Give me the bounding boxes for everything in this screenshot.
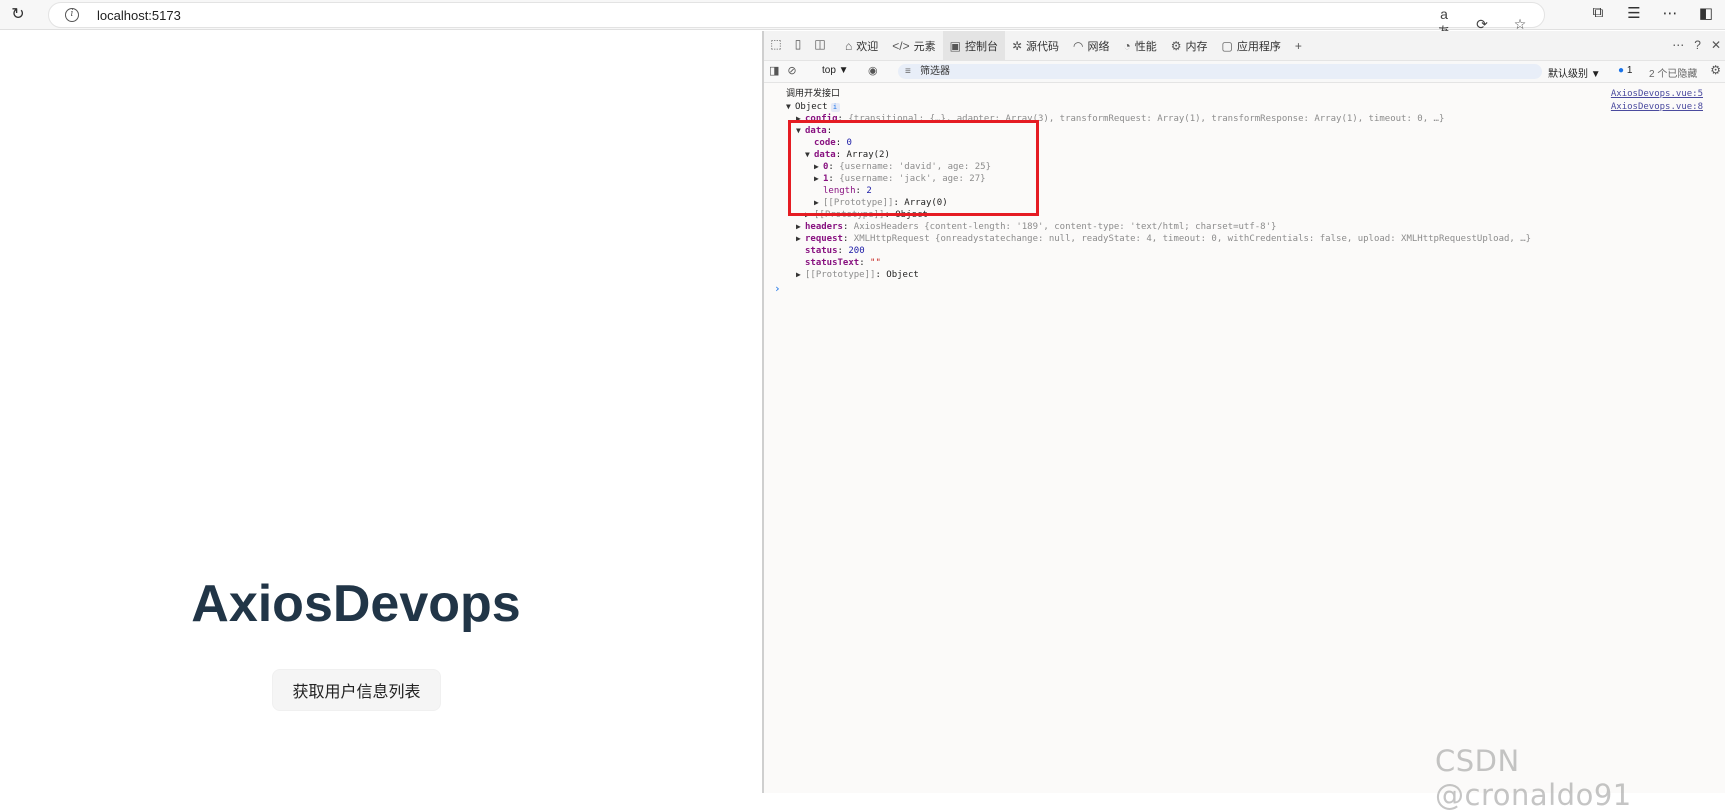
log-text: Object: [795, 102, 828, 112]
prop-key: statusText: [805, 258, 860, 268]
dock-icon[interactable]: ◫: [812, 37, 828, 51]
message-icon: ●: [1618, 65, 1625, 76]
gauge-icon: ◔: [1123, 39, 1131, 53]
tab-label: 内存: [1185, 41, 1208, 53]
devtools-panel: ⬚ ▯ ◫ ⌂ 欢迎 </> 元素 ▣ 控制台 ✲ 源代码 ◠ 网络 ◔ 性能 ⚙ 内存 ▢ 应…: [764, 31, 1725, 793]
prop-value: Object: [886, 270, 919, 280]
log-level-dropdown[interactable]: 默认级别 ▼: [1548, 65, 1601, 80]
home-icon: ⌂: [845, 39, 853, 53]
prop-value: 200: [848, 246, 865, 256]
favorite-star-icon[interactable]: ☆: [1510, 16, 1530, 33]
prop-value: "": [870, 258, 881, 268]
watermark: CSDN @cronaldo91: [1435, 744, 1632, 812]
page-title: AxiosDevops: [191, 575, 521, 633]
log-text: 调用开发接口: [786, 89, 841, 99]
live-expression-icon[interactable]: ◉: [868, 64, 878, 77]
context-label: top: [822, 65, 836, 76]
browser-toolbar: ↻ i localhost:5173 aあ ⟳ ☆ ⧉ ☰ ⋯ ◧: [0, 0, 1725, 40]
inspect-icon[interactable]: ⬚: [768, 37, 784, 51]
more-tools-icon[interactable]: ⋯: [1672, 38, 1684, 52]
tab-label: 控制台: [964, 41, 998, 53]
sidebar-icon[interactable]: ◧: [1695, 4, 1717, 22]
tab-elements[interactable]: </> 元素: [885, 31, 942, 61]
wifi-icon: ◠: [1073, 39, 1084, 53]
gear-icon: ⚙: [1170, 39, 1182, 53]
tab-welcome[interactable]: ⌂ 欢迎: [838, 31, 885, 61]
hidden-messages: 2 个已隐藏: [1649, 69, 1698, 80]
tab-memory[interactable]: ⚙ 内存: [1164, 31, 1215, 61]
console-settings-icon[interactable]: ⚙: [1710, 63, 1721, 77]
filter-icon: ≡: [905, 66, 911, 77]
tab-label: 源代码: [1026, 41, 1060, 53]
console-output[interactable]: 调用开发接口 AxiosDevops.vue:5 ▼ Object i AxiosD…: [764, 84, 1725, 793]
collapsed-triangle-icon[interactable]: ▶: [796, 233, 805, 245]
filter-input[interactable]: ≡ 筛选器: [898, 64, 1542, 79]
console-filterbar: ◨ ⊘ top ▼ ◉ ≡ 筛选器 默认级别 ▼ ● 1 2 个已隐藏 ⚙: [764, 61, 1725, 83]
expanded-triangle-icon[interactable]: ▼: [786, 101, 795, 113]
source-link[interactable]: AxiosDevops.vue:8: [1611, 101, 1703, 113]
close-icon[interactable]: ✕: [1711, 38, 1721, 52]
tab-performance[interactable]: ◔ 性能: [1117, 31, 1164, 61]
info-badge-icon[interactable]: i: [830, 103, 840, 112]
prop-key: headers: [805, 222, 843, 232]
url-text[interactable]: localhost:5173: [97, 8, 181, 23]
prop-request[interactable]: ▶ request: XMLHttpRequest {onreadystatech…: [796, 233, 1531, 245]
prop-key: request: [805, 234, 843, 244]
prop-headers[interactable]: ▶ headers: AxiosHeaders {content-length: …: [796, 221, 1276, 233]
tab-label: 欢迎: [856, 41, 879, 53]
clear-console-icon[interactable]: ⊘: [787, 64, 796, 77]
tab-label: 元素: [913, 41, 936, 53]
console-icon: ▣: [949, 39, 961, 53]
tab-label: 网络: [1087, 41, 1110, 53]
fetch-users-button[interactable]: 获取用户信息列表: [272, 669, 441, 711]
refresh-icon[interactable]: ↻: [8, 5, 28, 25]
highlight-annotation: [788, 120, 1039, 216]
prop-key: [[Prototype]]: [805, 270, 876, 280]
address-bar[interactable]: i localhost:5173 aあ ⟳ ☆: [48, 2, 1545, 40]
tab-label: 应用程序: [1236, 41, 1281, 53]
level-label: 默认级别: [1548, 69, 1588, 80]
tab-console[interactable]: ▣ 控制台: [942, 31, 1005, 61]
prop-key: status: [805, 246, 838, 256]
bug-icon: ✲: [1011, 39, 1023, 53]
tab-network[interactable]: ◠ 网络: [1066, 31, 1116, 61]
extensions-icon[interactable]: ⧉: [1587, 4, 1609, 22]
filter-placeholder: 筛选器: [920, 66, 950, 77]
sync-icon[interactable]: ⟳: [1472, 16, 1492, 33]
source-link[interactable]: AxiosDevops.vue:5: [1611, 88, 1703, 100]
console-prompt-icon[interactable]: ›: [774, 282, 781, 295]
issues-counter[interactable]: ● 1: [1618, 65, 1632, 76]
plus-icon: +: [1294, 39, 1302, 53]
prop-status-text: statusText: "": [805, 258, 881, 268]
info-icon[interactable]: i: [65, 8, 79, 22]
prop-status: status: 200: [805, 246, 865, 256]
collapsed-triangle-icon[interactable]: ▶: [796, 221, 805, 233]
tab-application[interactable]: ▢ 应用程序: [1215, 31, 1288, 61]
help-icon[interactable]: ?: [1694, 38, 1701, 52]
prop-prototype[interactable]: ▶ [[Prototype]]: Object: [796, 269, 919, 281]
prop-value: XMLHttpRequest {onreadystatechange: null…: [853, 234, 1532, 244]
issues-count: 1: [1626, 65, 1633, 76]
tab-sources[interactable]: ✲ 源代码: [1005, 31, 1066, 61]
prop-value: AxiosHeaders {content-length: '189', con…: [853, 222, 1277, 232]
context-selector[interactable]: top ▼: [822, 65, 849, 76]
device-icon[interactable]: ▯: [790, 37, 806, 51]
sidebar-toggle-icon[interactable]: ◨: [769, 64, 779, 77]
more-icon[interactable]: ⋯: [1659, 4, 1681, 22]
code-icon: </>: [892, 39, 910, 53]
window-icon: ▢: [1221, 39, 1233, 53]
object-root[interactable]: ▼ Object i: [786, 101, 840, 113]
console-log-line: 调用开发接口: [786, 88, 840, 100]
devtools-tabbar: ⬚ ▯ ◫ ⌂ 欢迎 </> 元素 ▣ 控制台 ✲ 源代码 ◠ 网络 ◔ 性能 ⚙ 内存 ▢ 应…: [764, 31, 1725, 61]
tab-label: 性能: [1134, 41, 1157, 53]
collapsed-triangle-icon[interactable]: ▶: [796, 269, 805, 281]
favorites-icon[interactable]: ☰: [1623, 4, 1645, 22]
add-tab-button[interactable]: +: [1288, 31, 1309, 61]
